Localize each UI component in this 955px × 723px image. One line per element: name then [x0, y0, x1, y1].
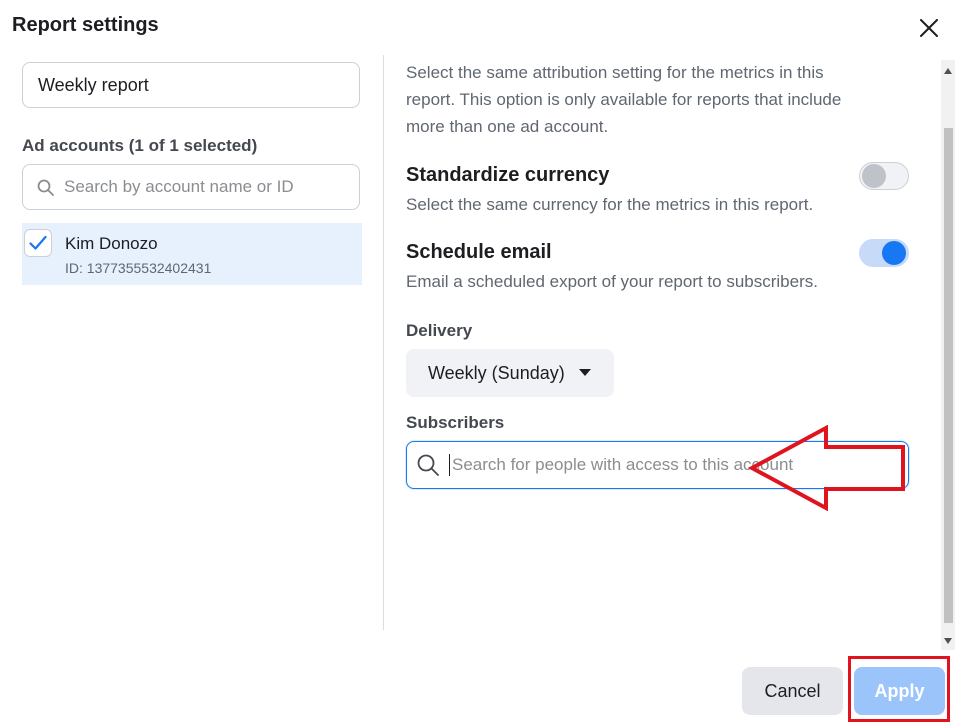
left-pane: Weekly report Ad accounts (1 of 1 select… [0, 55, 383, 630]
delivery-label: Delivery [406, 321, 473, 340]
account-search-placeholder: Search by account name or ID [64, 177, 294, 196]
account-checkbox[interactable] [24, 229, 52, 257]
report-name-input[interactable]: Weekly report [22, 62, 360, 108]
close-icon [920, 19, 938, 37]
account-id: ID: 1377355532402431 [65, 260, 212, 276]
red-box-annotation [848, 656, 950, 722]
subscribers-search-placeholder: Search for people with access to this ac… [452, 455, 794, 474]
attribution-line-1: Select the same attribution setting for … [406, 63, 824, 82]
standardize-currency-toggle[interactable] [859, 162, 909, 190]
dialog-title: Report settings [12, 14, 159, 36]
text-cursor [449, 454, 450, 476]
close-button[interactable] [913, 12, 945, 44]
right-pane: Select the same attribution setting for … [384, 55, 941, 630]
scroll-up-icon[interactable] [944, 68, 952, 74]
caret-down-icon [578, 369, 591, 376]
account-search-input[interactable]: Search by account name or ID [22, 164, 360, 210]
red-arrow-annotation [748, 425, 905, 511]
attribution-line-3: more than one ad account. [406, 117, 609, 136]
attribution-description: Select the same attribution setting for … [406, 59, 841, 140]
schedule-email-description: Email a scheduled export of your report … [406, 272, 818, 291]
report-name-value: Weekly report [38, 74, 149, 95]
search-icon [417, 454, 439, 476]
delivery-dropdown[interactable]: Weekly (Sunday) [406, 349, 614, 397]
attribution-line-2: report. This option is only available fo… [406, 90, 842, 109]
account-name: Kim Donozo [65, 234, 158, 253]
scroll-thumb[interactable] [944, 128, 953, 623]
search-icon [37, 179, 54, 196]
standardize-currency-heading: Standardize currency [406, 164, 610, 186]
schedule-email-toggle[interactable] [859, 239, 909, 267]
ad-accounts-label: Ad accounts (1 of 1 selected) [22, 136, 258, 155]
scrollbar[interactable] [941, 60, 955, 650]
standardize-currency-description: Select the same currency for the metrics… [406, 195, 814, 214]
dialog-footer: Cancel Apply [0, 650, 955, 723]
delivery-selected-value: Weekly (Sunday) [428, 362, 565, 383]
toggle-knob [862, 164, 886, 188]
dialog-header: Report settings [0, 0, 955, 55]
scroll-down-icon[interactable] [944, 638, 952, 644]
toggle-knob [882, 241, 906, 265]
account-list-item[interactable]: Kim Donozo ID: 1377355532402431 [22, 223, 362, 285]
cancel-button[interactable]: Cancel [742, 667, 843, 715]
subscribers-label: Subscribers [406, 413, 505, 432]
schedule-email-heading: Schedule email [406, 241, 552, 263]
check-icon [29, 235, 47, 250]
